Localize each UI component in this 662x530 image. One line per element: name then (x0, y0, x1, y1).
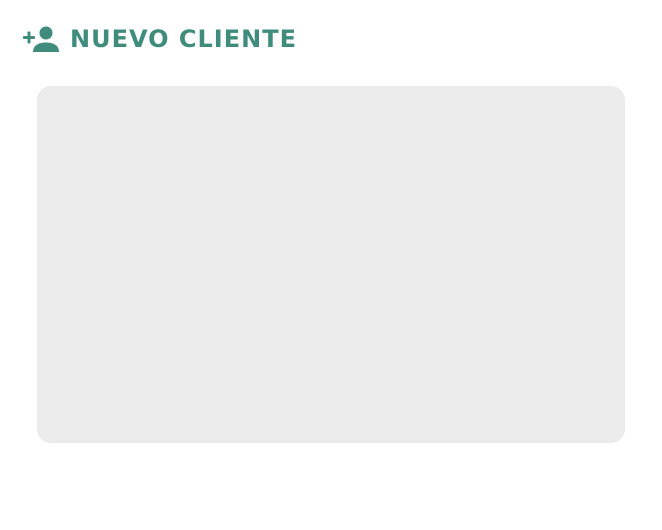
add-person-icon (22, 24, 62, 54)
content-panel (37, 86, 625, 443)
page-title: NUEVO CLIENTE (70, 25, 297, 53)
page-header: NUEVO CLIENTE (22, 22, 297, 56)
